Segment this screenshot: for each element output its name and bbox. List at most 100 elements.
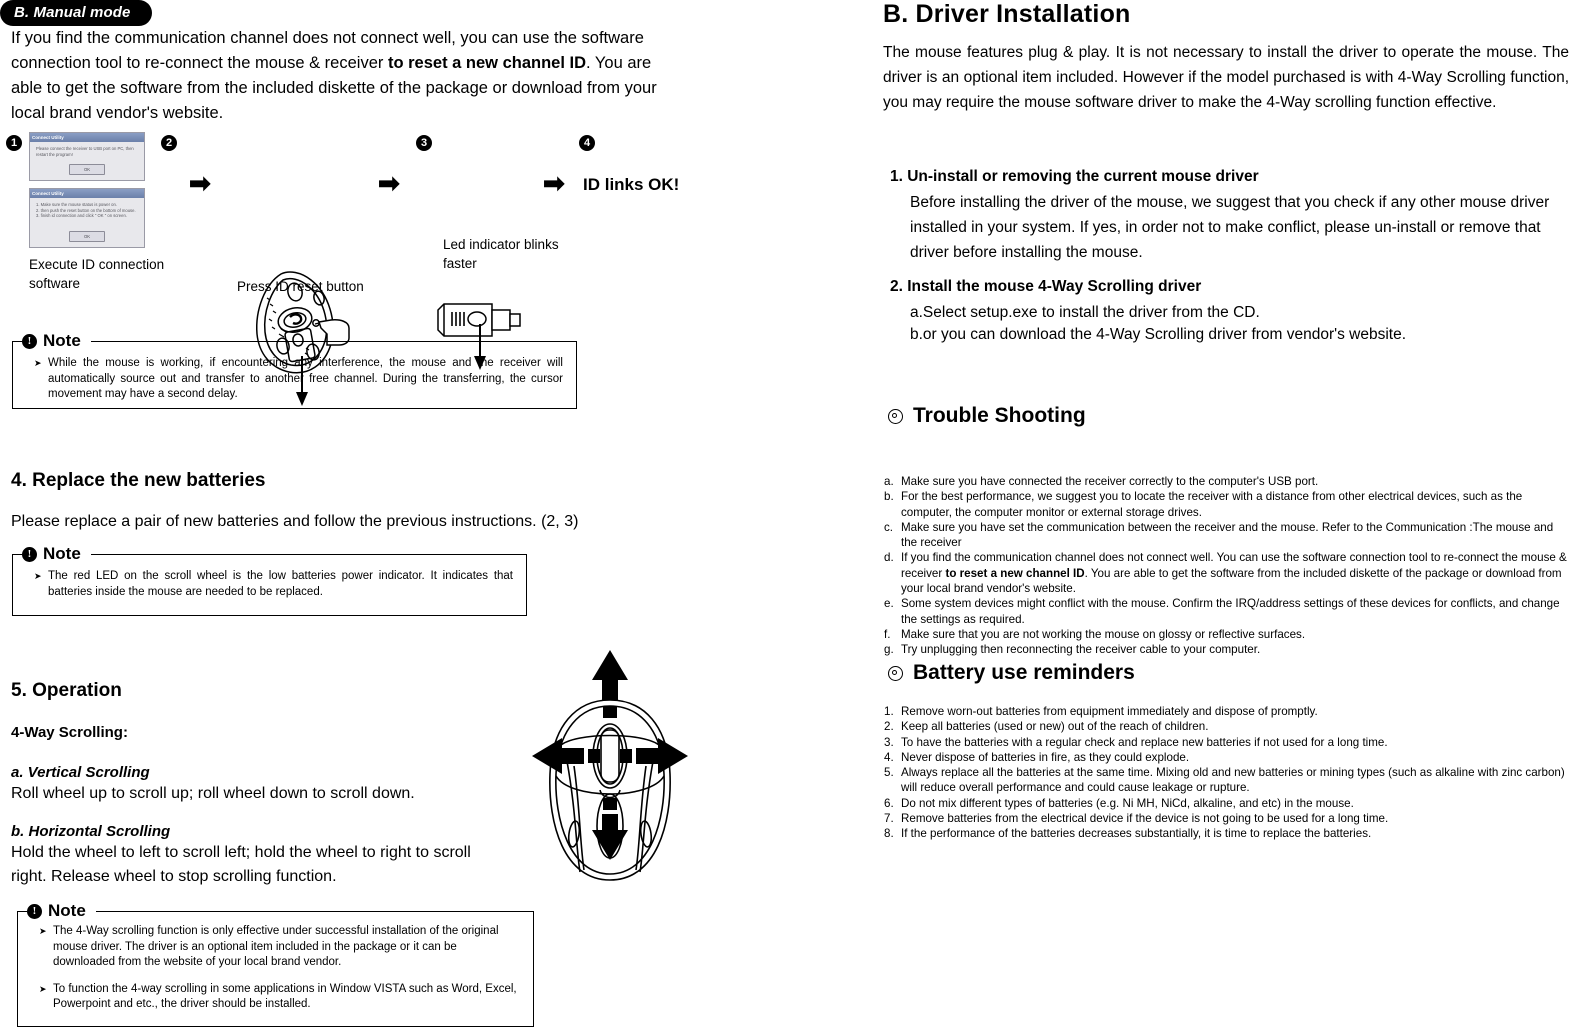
- caption-id-links-ok: ID links OK!: [583, 175, 680, 194]
- trouble-shooting-label: Trouble Shooting: [913, 404, 1086, 427]
- ring-bullet-icon: [888, 408, 903, 424]
- list-item-marker: 2.: [884, 720, 894, 734]
- battery-reminders-list: 1. Remove worn-out batteries from equipme…: [884, 704, 1570, 842]
- note-box-interference: ! Note While the mouse is working, if en…: [12, 330, 577, 410]
- note-box-driver-required: ! Note The 4-Way scrolling function is o…: [17, 900, 534, 1027]
- arrow-right-icon-1: ➡: [189, 168, 211, 198]
- note-3-items: The 4-Way scrolling function is only eff…: [39, 924, 520, 1013]
- note-3-header: ! Note: [27, 900, 96, 922]
- dialog-1-body: Please connect the receiver to USB port …: [36, 146, 134, 157]
- list-item-marker: 7.: [884, 812, 894, 826]
- list-item-text: If you find the communication channel do…: [901, 551, 1567, 596]
- note-1-rule: [104, 341, 577, 342]
- id-connection-diagram: 1 2 3 4 Connect Utility Please connect t…: [0, 130, 700, 406]
- list-item: 2. Keep all batteries (used or new) out o…: [884, 719, 1570, 734]
- body-replace-batteries: Please replace a pair of new batteries a…: [11, 513, 579, 530]
- caption-press-id-reset: Press ID reset button: [237, 279, 364, 294]
- intro-text-bold: to reset a new channel ID: [387, 54, 587, 72]
- arrow-right-glyph: [620, 738, 688, 774]
- note-3-label: Note: [48, 901, 86, 920]
- note-box-low-battery: ! Note The red LED on the scroll wheel i…: [12, 543, 527, 618]
- list-item-text: Remove batteries from the electrical dev…: [901, 812, 1389, 826]
- list-item-marker: 6.: [884, 796, 894, 810]
- dialog-1-ok-button[interactable]: OK: [69, 164, 105, 175]
- list-item: 8. If the performance of the batteries de…: [884, 826, 1570, 841]
- list-item: 5. Always replace all the batteries at th…: [884, 765, 1570, 796]
- list-item-text: To have the batteries with a regular che…: [901, 735, 1388, 749]
- list-item-marker: 8.: [884, 827, 894, 841]
- left-column: B. Manual mode If you find the communica…: [0, 0, 850, 1027]
- list-item: e. Some system devices might conflict wit…: [884, 596, 1570, 627]
- step-number-3: 3: [416, 135, 432, 151]
- list-item: b. For the best performance, we suggest y…: [884, 489, 1570, 520]
- list-item-marker: c.: [884, 520, 894, 534]
- list-item-marker: e.: [884, 597, 894, 611]
- note-1-header: ! Note: [22, 330, 91, 352]
- dialog-connect-utility-1: Connect Utility Please connect the recei…: [29, 132, 145, 181]
- list-item: c. Make sure you have set the communicati…: [884, 520, 1570, 551]
- list-item-text: Never dispose of batteries in fire, as t…: [901, 750, 1190, 764]
- exclamation-icon: !: [27, 903, 42, 919]
- caption-led-indicator: Led indicator blinks faster: [443, 237, 559, 271]
- step-number-2: 2: [161, 135, 177, 151]
- heading-replace-batteries: 4. Replace the new batteries: [11, 470, 266, 491]
- note-2-rule: [104, 554, 527, 555]
- list-item-text: Some system devices might conflict with …: [901, 597, 1560, 626]
- list-item-text: If the performance of the batteries decr…: [901, 827, 1372, 841]
- subheading-4way-scrolling: 4-Way Scrolling:: [11, 724, 128, 741]
- list-item: 4. Never dispose of batteries in fire, as…: [884, 750, 1570, 765]
- battery-reminders-label: Battery use reminders: [913, 661, 1135, 684]
- dialog-2-titlebar: Connect Utility: [30, 189, 144, 198]
- list-item-marker: 4.: [884, 750, 894, 764]
- exclamation-icon: !: [22, 333, 37, 349]
- dialog-2-body: 1. Make sure the mouse status is power o…: [36, 202, 136, 218]
- dialog-connect-utility-2: Connect Utility 1. Make sure the mouse s…: [29, 188, 145, 248]
- note-3-rule: [109, 911, 534, 912]
- exclamation-icon: !: [22, 546, 37, 562]
- heading-trouble-shooting: Trouble Shooting: [888, 404, 1086, 428]
- heading-operation: 5. Operation: [11, 680, 122, 701]
- note-2-items: The red LED on the scroll wheel is the l…: [34, 569, 513, 600]
- arrow-right-icon-3: ➡: [543, 168, 565, 198]
- list-item: 6. Do not mix different types of batterie…: [884, 796, 1570, 811]
- step-number-4: 4: [579, 135, 595, 151]
- list-item-marker: 5.: [884, 766, 894, 780]
- paragraph-driver-intro: The mouse features plug & play. It is no…: [883, 44, 1569, 111]
- list-item-marker: f.: [884, 627, 891, 641]
- list-item-text: Make sure you have connected the receive…: [901, 475, 1319, 488]
- heading-uninstall-driver: 1. Un-install or removing the current mo…: [890, 168, 1259, 185]
- list-item-marker: g.: [884, 643, 894, 657]
- label-horizontal-scrolling: b. Horizontal Scrolling: [11, 823, 171, 840]
- trouble-shooting-list: a. Make sure you have connected the recei…: [884, 474, 1570, 658]
- list-item: d. If you find the communication channel …: [884, 550, 1570, 596]
- list-item-text: Always replace all the batteries at the …: [901, 766, 1565, 795]
- note-1-label: Note: [43, 331, 81, 350]
- body-install-driver-b: b.or you can download the 4-Way Scrollin…: [910, 326, 1407, 343]
- list-item-text: Make sure you have set the communication…: [901, 520, 1554, 550]
- list-item-text: For the best performance, we suggest you…: [901, 490, 1523, 519]
- list-item-text: Keep all batteries (used or new) out of …: [901, 720, 1209, 734]
- mouse-4way-scroll-illustration: [530, 648, 690, 893]
- note-item: To function the 4-way scrolling in some …: [39, 982, 520, 1013]
- list-item-text: Remove worn-out batteries from equipment…: [901, 705, 1318, 718]
- body-vertical-scrolling: Roll wheel up to scroll up; roll wheel d…: [11, 785, 415, 802]
- dialog-1-titlebar: Connect Utility: [30, 133, 144, 142]
- list-item: 7. Remove batteries from the electrical d…: [884, 811, 1570, 826]
- arrow-left-glyph: [532, 738, 600, 774]
- note-2-header: ! Note: [22, 543, 91, 565]
- label-vertical-scrolling: a. Vertical Scrolling: [11, 764, 150, 781]
- manual-page: B. Manual mode If you find the communica…: [0, 0, 1580, 1027]
- list-item: 1. Remove worn-out batteries from equipme…: [884, 704, 1570, 719]
- list-item-marker: a.: [884, 475, 894, 488]
- note-item: While the mouse is working, if encounter…: [34, 356, 563, 403]
- body-horizontal-scrolling: Hold the wheel to left to scroll left; h…: [11, 844, 471, 885]
- dialog-2-ok-button[interactable]: OK: [69, 231, 105, 242]
- note-2-label: Note: [43, 544, 81, 563]
- ring-bullet-icon: [888, 665, 903, 681]
- manual-mode-intro: If you find the communication channel do…: [11, 26, 681, 126]
- heading-install-driver: 2. Install the mouse 4-Way Scrolling dri…: [890, 278, 1202, 295]
- right-column: B. Driver Installation The mouse feature…: [880, 0, 1570, 1027]
- list-item: a. Make sure you have connected the recei…: [884, 474, 1570, 489]
- list-item-text: Make sure that you are not working the m…: [901, 627, 1306, 641]
- list-item-text: Try unplugging then reconnecting the rec…: [901, 643, 1261, 657]
